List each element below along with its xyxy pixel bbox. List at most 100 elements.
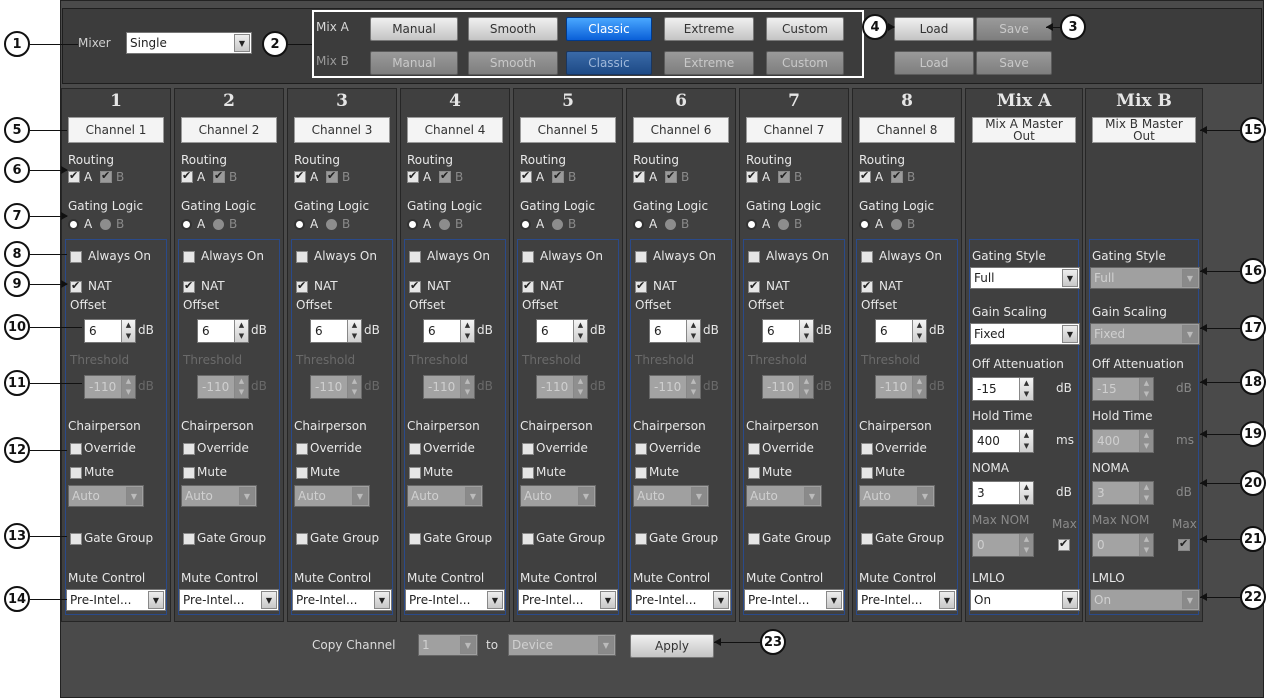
mix-name-field[interactable]: Mix A Master Out [972,117,1076,143]
mixer-select[interactable]: Single ▼ [126,32,252,54]
mix-name-field[interactable]: Mix B Master Out [1092,117,1196,143]
load-button-a[interactable]: Load [894,17,974,41]
apply-button[interactable]: Apply [630,634,714,658]
chairperson-mode-select[interactable]: Auto ▼ [859,485,935,507]
gate-group-checkbox[interactable] [522,533,534,545]
offset-spinner[interactable]: 6 ▲ ▼ [875,319,927,343]
mute-checkbox[interactable] [861,467,873,479]
override-checkbox[interactable] [70,443,82,455]
mute-checkbox[interactable] [409,467,421,479]
routing-a-checkbox[interactable] [407,169,419,183]
preset-b-classic-button[interactable]: Classic [566,51,652,75]
threshold-spinner[interactable]: -110 ▲ ▼ [423,375,475,399]
save-button-a[interactable]: Save [976,17,1052,41]
gating-a-radio[interactable] [181,219,192,230]
off-attenuation-spinner[interactable]: -15 ▲ ▼ [1092,377,1154,401]
nat-checkbox[interactable] [183,279,195,293]
load-button-b[interactable]: Load [894,51,974,75]
preset-a-custom-button[interactable]: Custom [766,17,844,41]
threshold-spinner[interactable]: -110 ▲ ▼ [649,375,701,399]
always-on-checkbox[interactable] [522,251,534,263]
chairperson-mode-select[interactable]: Auto ▼ [520,485,596,507]
channel-name-field[interactable]: Channel 6 [633,117,729,143]
chairperson-mode-select[interactable]: Auto ▼ [746,485,822,507]
gating-a-radio[interactable] [520,219,531,230]
override-checkbox[interactable] [183,443,195,455]
gating-style-select[interactable]: Full ▼ [1090,267,1200,289]
threshold-spinner[interactable]: -110 ▲ ▼ [84,375,136,399]
routing-b-checkbox[interactable] [326,169,338,183]
gate-group-checkbox[interactable] [183,533,195,545]
threshold-spinner[interactable]: -110 ▲ ▼ [197,375,249,399]
gate-group-checkbox[interactable] [635,533,647,545]
offset-spinner[interactable]: 6 ▲ ▼ [762,319,814,343]
threshold-spinner[interactable]: -110 ▲ ▼ [310,375,362,399]
routing-a-checkbox[interactable] [520,169,532,183]
threshold-spinner[interactable]: -110 ▲ ▼ [875,375,927,399]
save-button-b[interactable]: Save [976,51,1052,75]
routing-a-checkbox[interactable] [633,169,645,183]
always-on-checkbox[interactable] [635,251,647,263]
gate-group-checkbox[interactable] [861,533,873,545]
offset-spinner[interactable]: 6 ▲ ▼ [536,319,588,343]
nat-checkbox[interactable] [70,279,82,293]
chairperson-mode-select[interactable]: Auto ▼ [633,485,709,507]
gating-b-radio[interactable] [552,219,563,230]
channel-name-field[interactable]: Channel 7 [746,117,842,143]
channel-name-field[interactable]: Channel 5 [520,117,616,143]
mute-control-select[interactable]: Pre-Intel... ▼ [292,589,392,611]
offset-spinner[interactable]: 6 ▲ ▼ [423,319,475,343]
preset-b-custom-button[interactable]: Custom [766,51,844,75]
nat-checkbox[interactable] [635,279,647,293]
chairperson-mode-select[interactable]: Auto ▼ [407,485,483,507]
hold-time-spinner[interactable]: 400 ▲ ▼ [972,429,1034,453]
max-checkbox[interactable] [1058,537,1070,551]
gating-b-radio[interactable] [891,219,902,230]
channel-name-field[interactable]: Channel 4 [407,117,503,143]
routing-b-checkbox[interactable] [100,169,112,183]
mute-control-select[interactable]: Pre-Intel... ▼ [179,589,279,611]
mute-control-select[interactable]: Pre-Intel... ▼ [857,589,957,611]
offset-spinner[interactable]: 6 ▲ ▼ [84,319,136,343]
routing-a-checkbox[interactable] [68,169,80,183]
channel-name-field[interactable]: Channel 2 [181,117,277,143]
mute-control-select[interactable]: Pre-Intel... ▼ [66,589,166,611]
nat-checkbox[interactable] [522,279,534,293]
channel-name-field[interactable]: Channel 1 [68,117,164,143]
chairperson-mode-select[interactable]: Auto ▼ [294,485,370,507]
gating-b-radio[interactable] [665,219,676,230]
mute-checkbox[interactable] [635,467,647,479]
gate-group-checkbox[interactable] [748,533,760,545]
gating-b-radio[interactable] [100,219,111,230]
gating-a-radio[interactable] [407,219,418,230]
mute-checkbox[interactable] [70,467,82,479]
mute-control-select[interactable]: Pre-Intel... ▼ [631,589,731,611]
preset-b-manual-button[interactable]: Manual [370,51,458,75]
mute-control-select[interactable]: Pre-Intel... ▼ [518,589,618,611]
always-on-checkbox[interactable] [861,251,873,263]
nat-checkbox[interactable] [861,279,873,293]
override-checkbox[interactable] [522,443,534,455]
lmlo-select[interactable]: On ▼ [970,589,1080,611]
gating-style-select[interactable]: Full ▼ [970,267,1080,289]
override-checkbox[interactable] [296,443,308,455]
routing-b-checkbox[interactable] [213,169,225,183]
always-on-checkbox[interactable] [409,251,421,263]
preset-a-manual-button[interactable]: Manual [370,17,458,41]
routing-a-checkbox[interactable] [181,169,193,183]
offset-spinner[interactable]: 6 ▲ ▼ [197,319,249,343]
mute-control-select[interactable]: Pre-Intel... ▼ [744,589,844,611]
offset-spinner[interactable]: 6 ▲ ▼ [310,319,362,343]
gate-group-checkbox[interactable] [296,533,308,545]
mute-checkbox[interactable] [183,467,195,479]
always-on-checkbox[interactable] [296,251,308,263]
nat-checkbox[interactable] [409,279,421,293]
gating-b-radio[interactable] [778,219,789,230]
gating-a-radio[interactable] [68,219,79,230]
off-attenuation-spinner[interactable]: -15 ▲ ▼ [972,377,1034,401]
override-checkbox[interactable] [409,443,421,455]
mute-checkbox[interactable] [748,467,760,479]
max-nom-spinner[interactable]: 0 ▲ ▼ [972,533,1034,557]
gate-group-checkbox[interactable] [70,533,82,545]
offset-spinner[interactable]: 6 ▲ ▼ [649,319,701,343]
